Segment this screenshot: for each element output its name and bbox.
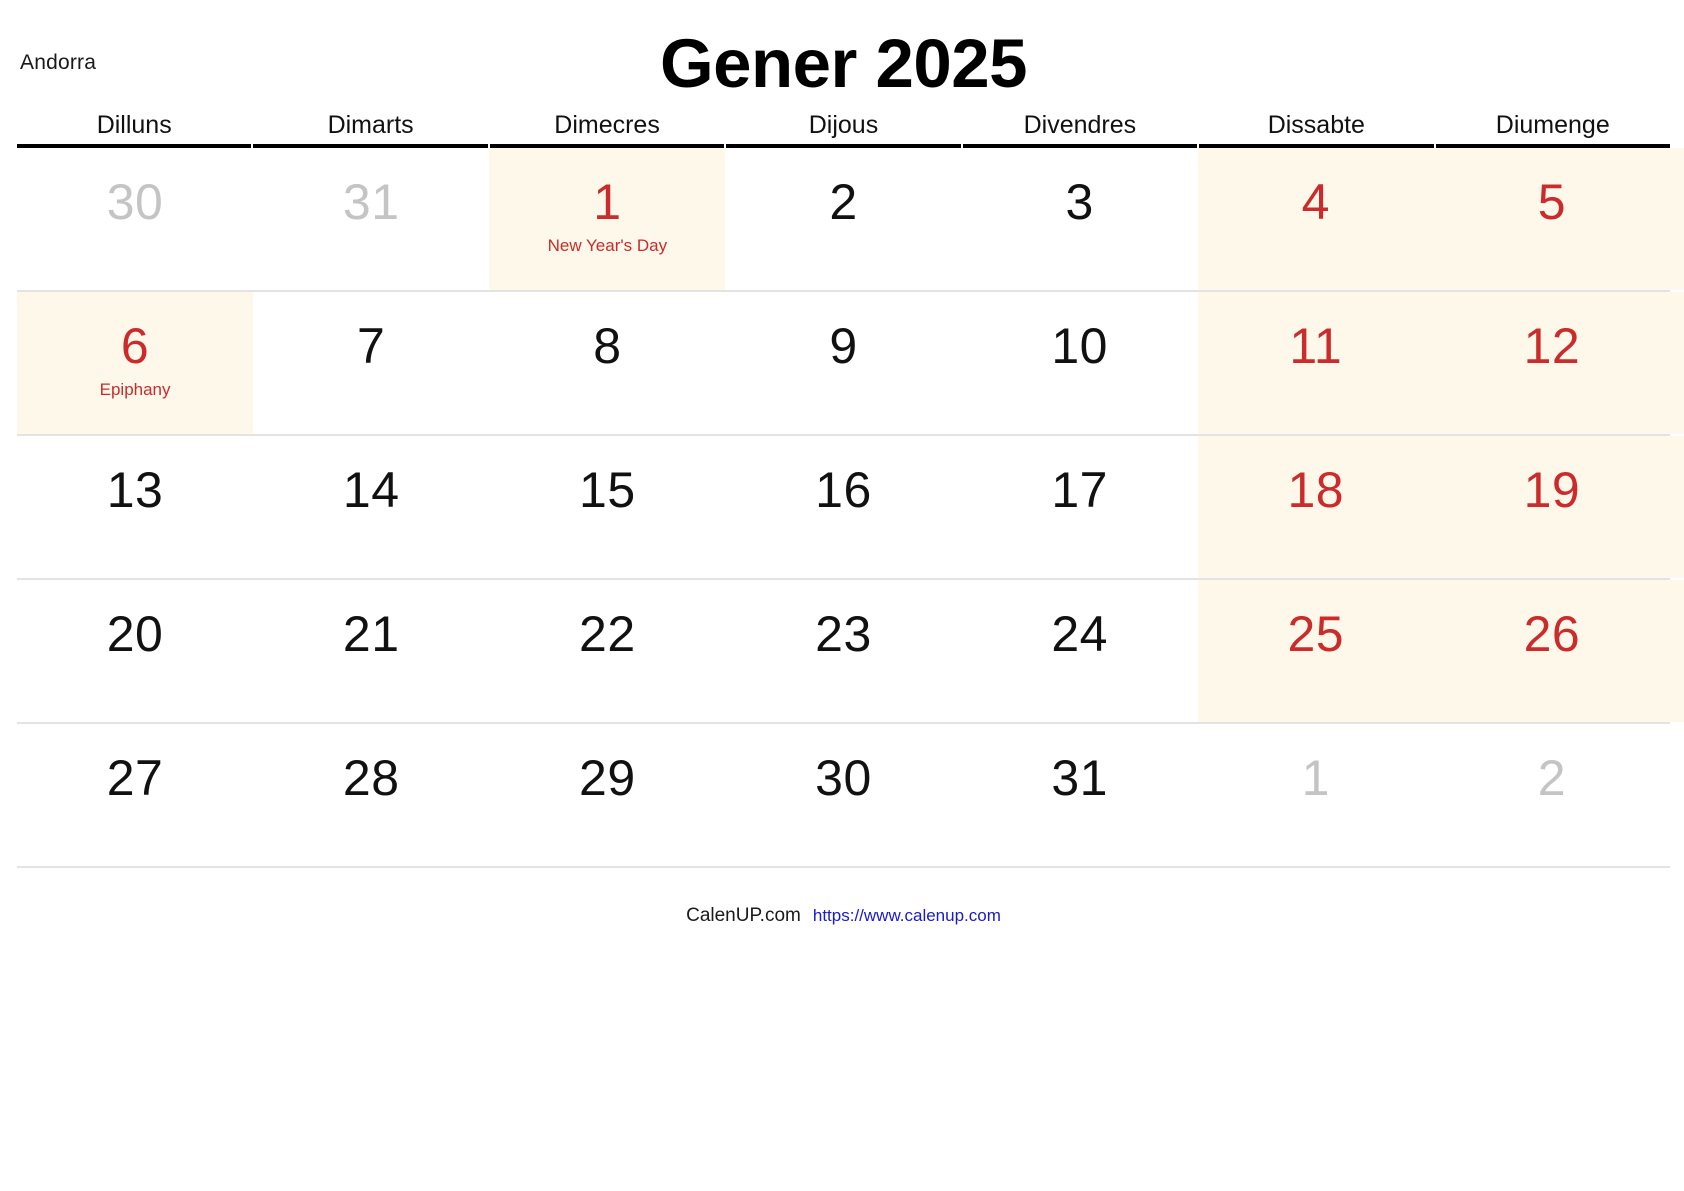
day-cell[interactable]: 6 Epiphany [17,292,254,434]
day-cell[interactable]: 30 [725,724,961,866]
day-cell[interactable]: 2 [1434,724,1670,866]
day-cell[interactable]: 20 [17,580,253,722]
day-number: 21 [342,606,400,662]
day-number: 12 [1523,318,1581,374]
day-number: 2 [829,174,858,230]
day-number: 3 [1065,174,1094,230]
weekday-header-dijous: Dijous [726,110,961,148]
calendar-week-row: 30 31 1 New Year's Day 2 3 4 5 [17,148,1684,292]
day-cell[interactable]: 17 [962,436,1198,578]
day-cell[interactable]: 16 [725,436,961,578]
calendar-weeks: 30 31 1 New Year's Day 2 3 4 5 6 Epiphany 7 8 9 10 11 1… [17,148,1684,868]
day-number: 17 [1051,462,1108,518]
day-number: 22 [579,606,636,662]
day-cell[interactable]: 2 [725,148,961,290]
day-number: 1 [1301,750,1330,806]
day-cell[interactable]: 1 [1198,724,1434,866]
day-cell[interactable]: 1 New Year's Day [489,148,726,290]
day-number: 18 [1287,462,1345,518]
day-number: 4 [1301,174,1330,230]
day-cell[interactable]: 5 [1433,148,1684,290]
day-cell[interactable]: 8 [489,292,725,434]
day-number: 10 [1051,318,1108,374]
day-number: 27 [106,750,164,806]
day-number: 16 [815,462,872,518]
day-number: 7 [357,318,386,374]
day-number: 30 [106,174,164,230]
calendar-week-row: 27 28 29 30 31 1 2 [17,724,1670,868]
day-number: 5 [1537,174,1567,230]
holiday-label: New Year's Day [547,236,668,255]
day-cell[interactable]: 11 [1197,292,1434,434]
day-number: 28 [342,750,400,806]
day-number: 20 [106,606,164,662]
holiday-label: Epiphany [99,380,171,399]
day-cell[interactable]: 26 [1433,580,1684,722]
day-cell[interactable]: 10 [962,292,1198,434]
day-number: 1 [593,174,622,230]
day-cell[interactable]: 21 [253,580,489,722]
day-number: 23 [815,606,872,662]
day-cell[interactable]: 29 [489,724,725,866]
day-number: 9 [829,318,858,374]
day-number: 25 [1287,606,1345,662]
weekday-header-dissabte: Dissabte [1199,110,1434,148]
weekday-header-divendres: Divendres [962,110,1198,148]
day-cell[interactable]: 31 [253,148,489,290]
day-cell[interactable]: 4 [1197,148,1434,290]
weekday-header-diumenge: Diumenge [1435,110,1670,148]
day-cell[interactable]: 9 [725,292,961,434]
day-number: 11 [1289,318,1343,374]
day-number: 8 [593,318,622,374]
day-number: 24 [1051,606,1108,662]
calendar-page: Andorra Gener 2025 Dilluns Dimarts Dimec… [0,0,1684,1191]
day-number: 19 [1523,462,1581,518]
day-cell[interactable]: 25 [1197,580,1434,722]
day-cell[interactable]: 3 [962,148,1198,290]
footer: CalenUP.com https://www.calenup.com [17,905,1670,927]
day-cell[interactable]: 23 [725,580,961,722]
weekday-header-dilluns: Dilluns [17,110,252,148]
day-cell[interactable]: 14 [253,436,489,578]
day-cell[interactable]: 15 [489,436,725,578]
day-cell[interactable]: 28 [253,724,489,866]
day-number: 31 [1051,750,1108,806]
day-number: 30 [815,750,872,806]
day-cell[interactable]: 22 [489,580,725,722]
calendar-week-row: 6 Epiphany 7 8 9 10 11 12 [17,292,1684,436]
calendar-week-row: 20 21 22 23 24 25 26 [17,580,1684,724]
day-cell[interactable]: 12 [1433,292,1684,434]
day-cell[interactable]: 13 [17,436,253,578]
day-number: 13 [106,462,164,518]
day-cell[interactable]: 7 [253,292,489,434]
footer-url-link[interactable]: https://www.calenup.com [813,906,1001,925]
day-number: 31 [342,174,400,230]
day-cell[interactable]: 31 [962,724,1198,866]
day-number: 2 [1537,750,1567,806]
calendar-header: Andorra Gener 2025 [0,0,1684,110]
footer-brand: CalenUP.com [686,905,801,926]
day-cell[interactable]: 18 [1197,436,1434,578]
day-number: 26 [1523,606,1581,662]
day-cell[interactable]: 24 [962,580,1198,722]
weekday-header-row: Dilluns Dimarts Dimecres Dijous Divendre… [17,110,1670,148]
page-title: Gener 2025 [659,25,1028,102]
calendar-week-row: 13 14 15 16 17 18 19 [17,436,1684,580]
day-number: 29 [579,750,636,806]
day-cell[interactable]: 30 [17,148,253,290]
weekday-header-dimarts: Dimarts [253,110,488,148]
day-number: 6 [120,318,150,374]
calendar-grid: Dilluns Dimarts Dimecres Dijous Divendre… [17,110,1684,868]
weekday-header-dimecres: Dimecres [489,110,725,148]
day-number: 14 [342,462,400,518]
day-cell[interactable]: 27 [17,724,253,866]
day-number: 15 [579,462,636,518]
day-cell[interactable]: 19 [1433,436,1684,578]
